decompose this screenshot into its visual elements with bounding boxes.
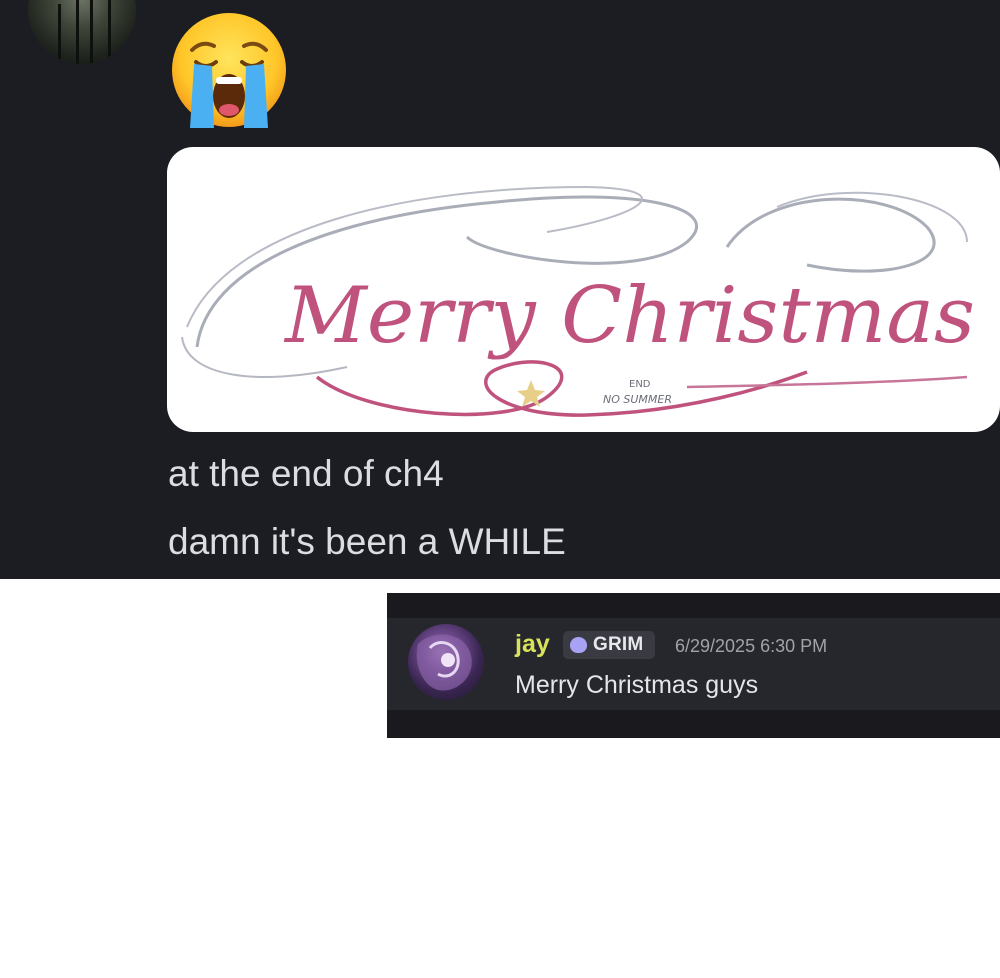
signature-no-summer: NO SUMMER [603, 393, 672, 406]
chat-panel: Merry Christmas END NO SUMMER at the end… [0, 0, 1000, 579]
guild-tag[interactable]: GRIM [563, 631, 655, 659]
quoted-message-screenshot: jay GRIM 6/29/2025 6:30 PM Merry Christm… [387, 593, 1000, 738]
merry-christmas-image[interactable]: Merry Christmas END NO SUMMER [167, 147, 1000, 432]
signature-end: END [629, 379, 651, 390]
image-title: Merry Christmas [283, 271, 975, 361]
loudly-crying-face-emoji [172, 13, 286, 128]
username[interactable]: jay [515, 629, 550, 659]
message-line-2: damn it's been a WHILE [168, 521, 566, 562]
timestamp: 6/29/2025 6:30 PM [675, 636, 828, 656]
merry-christmas-artwork: Merry Christmas END NO SUMMER [181, 185, 975, 417]
avatar[interactable] [28, 0, 136, 64]
avatar[interactable] [408, 624, 484, 700]
skull-icon [570, 637, 587, 653]
quoted-message-text: Merry Christmas guys [515, 671, 759, 699]
guild-tag-label: GRIM [593, 634, 644, 655]
message-line-1: at the end of ch4 [168, 453, 444, 494]
